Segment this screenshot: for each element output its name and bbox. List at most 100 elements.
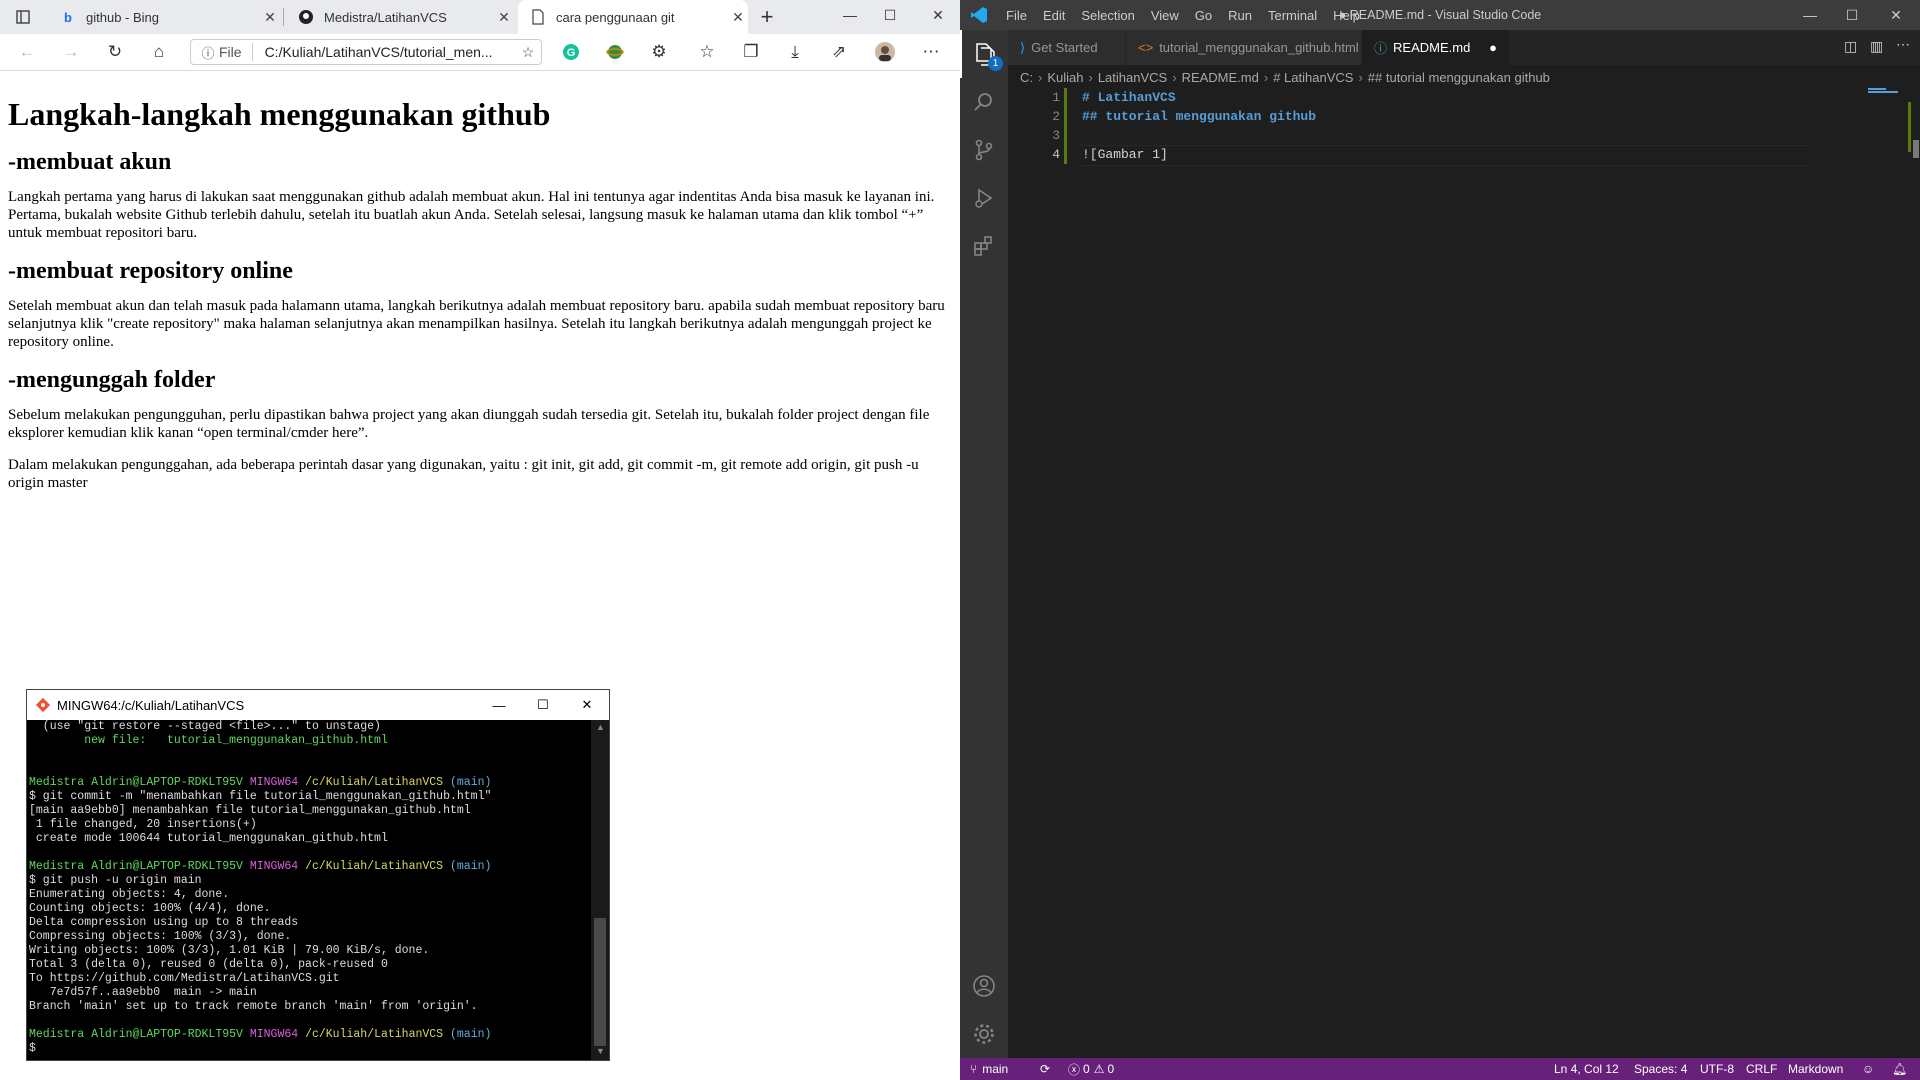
grammarly-icon[interactable]: G	[556, 38, 586, 66]
terminal-line: [main aa9ebb0] menambahkan file tutorial…	[29, 804, 471, 817]
tab-bing[interactable]: b github - Bing ✕	[48, 0, 280, 34]
warning-count: 0	[1107, 1062, 1115, 1076]
notifications-bell-icon[interactable]: 🔔︎	[1892, 1058, 1907, 1080]
extensions-icon[interactable]: ⚙	[644, 38, 674, 66]
info-icon[interactable]: ⓘ	[197, 43, 219, 62]
terminal-maximize-icon[interactable]: ☐	[521, 697, 565, 713]
vscode-icon: ⟩	[1020, 39, 1026, 55]
tab-label: README.md	[1393, 40, 1471, 55]
profile-avatar[interactable]	[870, 38, 900, 66]
tab-readme[interactable]: ⓘ README.md ●	[1362, 30, 1510, 65]
vscode-close-icon[interactable]: ✕	[1876, 0, 1916, 30]
more-options-icon[interactable]: ⋯	[916, 38, 946, 66]
problems-status[interactable]: ⓧ 0 ⚠ 0	[1068, 1058, 1114, 1080]
terminal-scrollbar[interactable]: ▲ ▼	[591, 720, 609, 1060]
terminal-window[interactable]: MINGW64:/c/Kuliah/LatihanVCS — ☐ ✕ (use …	[26, 689, 610, 1061]
tab-get-started[interactable]: ⟩ Get Started	[1008, 30, 1126, 65]
extension-globe-icon[interactable]	[600, 38, 630, 66]
vscode-minimize-icon[interactable]: —	[1790, 0, 1830, 30]
tab-actions-icon[interactable]	[8, 3, 38, 31]
download-icon[interactable]: ⤓	[780, 38, 810, 66]
split-editor-icon[interactable]: ▥	[1870, 38, 1883, 55]
favorites-icon[interactable]: ☆	[692, 38, 722, 66]
url-text[interactable]: C:/Kuliah/LatihanVCS/tutorial_men...	[265, 44, 515, 60]
editor-scrollbar[interactable]	[1908, 88, 1920, 1058]
collections-icon[interactable]: ❐	[736, 38, 766, 66]
terminal-output[interactable]: (use "git restore --staged <file>..." to…	[27, 720, 593, 1060]
source-control-icon[interactable]	[960, 126, 1008, 174]
branch-name: main	[982, 1062, 1009, 1076]
minimize-icon[interactable]: —	[830, 0, 870, 30]
address-separator	[251, 43, 253, 61]
tab-active-page[interactable]: cara penggunaan git ✕	[518, 0, 748, 34]
terminal-line: (use "git restore --staged <file>..." to…	[29, 720, 381, 733]
section-paragraph: Langkah pertama yang harus di lakukan sa…	[8, 189, 935, 241]
cursor-position[interactable]: Ln 4, Col 12	[1554, 1058, 1619, 1080]
tab-html-file[interactable]: <> tutorial_menggunakan_github.html	[1126, 30, 1362, 65]
sync-icon[interactable]: ⟳	[1040, 1058, 1050, 1080]
terminal-line: Branch 'main' set up to track remote bra…	[29, 1000, 478, 1013]
scroll-up-icon[interactable]: ▲	[596, 722, 605, 732]
modified-dot-icon[interactable]: ●	[1489, 40, 1497, 55]
branch-status[interactable]: ⑂ main	[970, 1058, 1008, 1080]
indentation-status[interactable]: Spaces: 4	[1634, 1058, 1687, 1080]
code-line[interactable]: # LatihanVCS	[1082, 88, 1176, 107]
line-number: 1	[1052, 90, 1060, 105]
encoding-status[interactable]: UTF-8	[1700, 1058, 1734, 1080]
editor-area[interactable]: 1 2 3 4 # LatihanVCS ## tutorial menggun…	[1008, 88, 1920, 1058]
favorite-star-icon[interactable]: ☆	[515, 44, 541, 61]
close-tab-icon[interactable]: ✕	[260, 9, 280, 26]
scroll-down-icon[interactable]: ▼	[596, 1046, 605, 1056]
accounts-icon[interactable]	[960, 962, 1008, 1010]
explorer-icon[interactable]: 1	[960, 30, 1008, 78]
terminal-close-icon[interactable]: ✕	[565, 697, 609, 713]
settings-gear-icon[interactable]	[960, 1010, 1008, 1058]
run-debug-icon[interactable]	[960, 174, 1008, 222]
share-icon[interactable]: ⇗	[824, 38, 854, 66]
scroll-thumb[interactable]	[594, 918, 606, 1046]
vscode-maximize-icon[interactable]: ☐	[1832, 0, 1872, 30]
terminal-titlebar[interactable]: MINGW64:/c/Kuliah/LatihanVCS — ☐ ✕	[27, 690, 609, 720]
eol-status[interactable]: CRLF	[1746, 1058, 1777, 1080]
close-tab-icon[interactable]: ✕	[494, 9, 514, 26]
search-icon[interactable]	[960, 78, 1008, 126]
extensions-icon[interactable]	[960, 222, 1008, 270]
close-tab-icon[interactable]: ✕	[728, 9, 748, 26]
address-bar[interactable]: ⓘ File C:/Kuliah/LatihanVCS/tutorial_men…	[190, 39, 542, 65]
scheme-label: File	[219, 44, 242, 60]
breadcrumb-item[interactable]: Kuliah	[1047, 70, 1083, 85]
maximize-icon[interactable]: ☐	[870, 0, 910, 30]
section-paragraph: Setelah membuat akun dan telah masuk pad…	[8, 298, 945, 350]
section-paragraph: Sebelum melakukan pengungguhan, perlu di…	[8, 407, 930, 441]
feedback-icon[interactable]: ☺	[1862, 1058, 1874, 1080]
back-icon[interactable]: ←	[12, 38, 42, 66]
git-added-gutter	[1064, 88, 1067, 164]
vscode-titlebar: File Edit Selection View Go Run Terminal Help ●…	[960, 0, 1920, 30]
close-window-icon[interactable]: ✕	[918, 0, 958, 30]
terminal-line: Writing objects: 100% (3/3), 1.01 KiB | …	[29, 944, 430, 957]
forward-icon[interactable]: →	[56, 38, 86, 66]
breadcrumb-item[interactable]: LatihanVCS	[1098, 70, 1167, 85]
language-mode[interactable]: Markdown	[1788, 1058, 1843, 1080]
terminal-line: $	[29, 1042, 36, 1055]
more-actions-icon[interactable]: ⋯	[1896, 36, 1910, 53]
new-tab-button[interactable]: +	[752, 3, 782, 31]
breadcrumb-item[interactable]: C:	[1020, 70, 1033, 85]
browser-toolbar: ← → ↻ ⌂ ⓘ File C:/Kuliah/LatihanVCS/tuto…	[0, 34, 960, 71]
breadcrumb-item[interactable]: # LatihanVCS	[1273, 70, 1353, 85]
prompt-user: Medistra Aldrin@LAPTOP-RDKLT95V	[29, 860, 243, 873]
code-line[interactable]: ![Gambar 1]	[1082, 145, 1168, 164]
breadcrumb-item[interactable]: README.md	[1182, 70, 1259, 85]
open-preview-icon[interactable]: ◫	[1844, 38, 1857, 55]
terminal-minimize-icon[interactable]: —	[477, 698, 521, 713]
refresh-icon[interactable]: ↻	[100, 38, 130, 66]
breadcrumb-item[interactable]: ## tutorial menggunakan github	[1368, 70, 1550, 85]
code-line[interactable]: ## tutorial menggunakan github	[1082, 107, 1316, 126]
tab-github[interactable]: Medistra/LatihanVCS ✕	[286, 0, 514, 34]
terminal-line: new file: tutorial_menggunakan_github.ht…	[29, 734, 388, 747]
git-bash-icon	[35, 697, 51, 713]
home-icon[interactable]: ⌂	[144, 38, 174, 66]
window-title: ● README.md - Visual Studio Code	[1338, 8, 1542, 22]
minimap[interactable]	[1868, 88, 1908, 96]
